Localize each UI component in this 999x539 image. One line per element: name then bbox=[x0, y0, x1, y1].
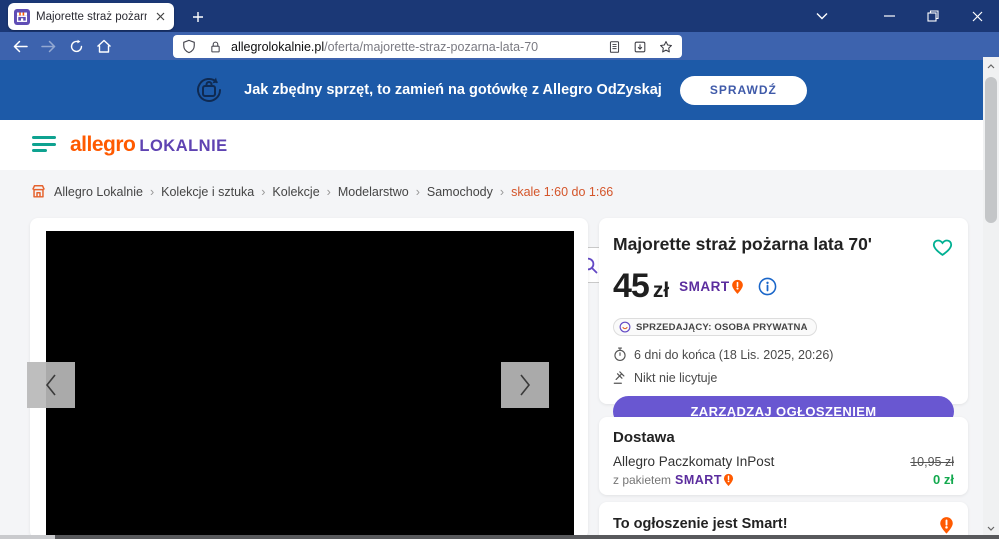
seller-smiley-icon bbox=[619, 321, 631, 333]
browser-window: Majorette straż pożarna lata 70 bbox=[0, 0, 999, 539]
time-left-row: 6 dni do końca (18 Lis. 2025, 20:26) bbox=[613, 347, 954, 362]
smart-pin-icon bbox=[723, 473, 734, 486]
breadcrumb-separator: › bbox=[149, 184, 155, 199]
url-domain: allegrolokalnie.pl bbox=[231, 39, 325, 54]
delivery-heading: Dostawa bbox=[613, 429, 675, 446]
breadcrumb-item[interactable]: Modelarstwo bbox=[338, 185, 409, 199]
vertical-scrollbar[interactable] bbox=[983, 57, 999, 539]
site-header: allegroLOKALNIE 91 Wojciech bbox=[0, 120, 999, 283]
back-button[interactable] bbox=[6, 34, 34, 58]
allegro-lokalnie-logo[interactable]: allegro LOKALNIE bbox=[70, 133, 228, 157]
seller-type-badge: SPRZEDAJĄCY: OSOBA PRYWATNA bbox=[613, 318, 817, 336]
promo-check-button[interactable]: SPRAWDŹ bbox=[679, 75, 807, 105]
info-icon bbox=[758, 277, 777, 296]
smart-logo: SMART bbox=[679, 279, 744, 295]
breadcrumb-item[interactable]: Samochody bbox=[427, 185, 493, 199]
save-page-icon[interactable] bbox=[630, 37, 650, 57]
scroll-up-icon[interactable] bbox=[983, 57, 999, 75]
price-info-button[interactable] bbox=[758, 277, 777, 296]
breadcrumb-separator: › bbox=[326, 184, 331, 199]
browser-tab[interactable]: Majorette straż pożarna lata 70 bbox=[8, 3, 174, 30]
close-button[interactable] bbox=[955, 0, 999, 32]
smart-package-note: z pakietem SMART bbox=[613, 473, 734, 487]
gallery-prev-button[interactable] bbox=[27, 362, 75, 408]
restore-button[interactable] bbox=[911, 0, 955, 32]
tab-title: Majorette straż pożarna lata 70 bbox=[36, 10, 147, 23]
breadcrumb-item[interactable]: Kolekcje i sztuka bbox=[161, 185, 254, 199]
promo-banner: Jak zbędny sprzęt, to zamień na gotówkę … bbox=[0, 60, 999, 120]
allegro-storefront-icon bbox=[32, 185, 45, 198]
home-button[interactable] bbox=[90, 34, 118, 58]
smart-info-card: To ogłoszenie jest Smart! bbox=[599, 502, 968, 539]
heart-icon bbox=[932, 239, 953, 256]
horizontal-scrollbar-thumb[interactable] bbox=[55, 535, 999, 539]
offer-photo[interactable] bbox=[46, 231, 574, 536]
smart-pin-icon bbox=[731, 279, 743, 294]
breadcrumb-separator: › bbox=[261, 184, 266, 199]
delivery-free-price: 0 zł bbox=[933, 472, 954, 487]
delivery-card: Dostawa Allegro Paczkomaty InPost 10,95 … bbox=[599, 417, 968, 495]
minimize-button[interactable] bbox=[867, 0, 911, 32]
bookmark-star-icon[interactable] bbox=[656, 37, 676, 57]
bids-row: Nikt nie licytuje bbox=[613, 371, 954, 385]
tab-list-chevron-icon[interactable] bbox=[805, 0, 839, 32]
stopwatch-icon bbox=[614, 347, 626, 362]
reload-button[interactable] bbox=[62, 34, 90, 58]
smart-logo: SMART bbox=[675, 473, 734, 487]
categories-menu-icon[interactable] bbox=[32, 136, 58, 154]
url-path: /oferta/majorette-straz-pozarna-lata-70 bbox=[324, 39, 539, 54]
promo-text: Jak zbędny sprzęt, to zamień na gotówkę … bbox=[244, 82, 662, 98]
breadcrumb-item[interactable]: Kolekcje bbox=[272, 185, 319, 199]
gallery-next-button[interactable] bbox=[501, 362, 549, 408]
offer-title: Majorette straż pożarna lata 70' bbox=[613, 234, 872, 254]
url-text[interactable]: allegrolokalnie.pl/oferta/majorette-stra… bbox=[231, 40, 598, 54]
gallery-card bbox=[27, 218, 588, 539]
delivery-method: Allegro Paczkomaty InPost bbox=[613, 454, 775, 469]
browser-navbar: allegrolokalnie.pl/oferta/majorette-stra… bbox=[0, 32, 999, 89]
offer-price: 45 zł bbox=[613, 267, 670, 305]
browser-tab-bar: Majorette straż pożarna lata 70 bbox=[0, 0, 999, 32]
url-bar[interactable]: allegrolokalnie.pl/oferta/majorette-stra… bbox=[173, 35, 682, 58]
tracking-shield-icon[interactable] bbox=[179, 37, 199, 57]
allegro-favicon-icon bbox=[14, 8, 30, 25]
breadcrumb: Allegro Lokalnie › Kolekcje i sztuka › K… bbox=[30, 183, 613, 200]
scrollbar-thumb[interactable] bbox=[985, 77, 997, 223]
forward-button[interactable] bbox=[34, 34, 62, 58]
bids-status: Nikt nie licytuje bbox=[634, 371, 718, 385]
reader-view-icon[interactable] bbox=[604, 37, 624, 57]
odzyskaj-cycle-icon bbox=[197, 77, 222, 102]
new-tab-button[interactable] bbox=[186, 5, 210, 29]
breadcrumb-separator: › bbox=[499, 184, 505, 199]
tab-close-icon[interactable] bbox=[153, 9, 168, 25]
horizontal-scrollbar[interactable] bbox=[0, 535, 999, 539]
time-left: 6 dni do końca (18 Lis. 2025, 20:26) bbox=[634, 347, 834, 362]
padlock-icon[interactable] bbox=[205, 37, 225, 57]
breadcrumb-separator: › bbox=[415, 184, 420, 199]
breadcrumb-item[interactable]: Allegro Lokalnie bbox=[54, 185, 143, 199]
chevron-left-icon bbox=[45, 374, 56, 396]
gavel-icon bbox=[613, 371, 625, 384]
offer-summary-card: Majorette straż pożarna lata 70' 45 zł SM… bbox=[599, 218, 968, 427]
favorite-offer-button[interactable] bbox=[931, 236, 954, 257]
window-controls bbox=[805, 0, 999, 32]
smart-pin-icon bbox=[940, 517, 953, 534]
chevron-right-icon bbox=[520, 374, 531, 396]
delivery-old-price: 10,95 zł bbox=[910, 455, 954, 469]
smart-info-title: To ogłoszenie jest Smart! bbox=[613, 516, 788, 532]
breadcrumb-current[interactable]: skale 1:60 do 1:66 bbox=[511, 185, 613, 199]
